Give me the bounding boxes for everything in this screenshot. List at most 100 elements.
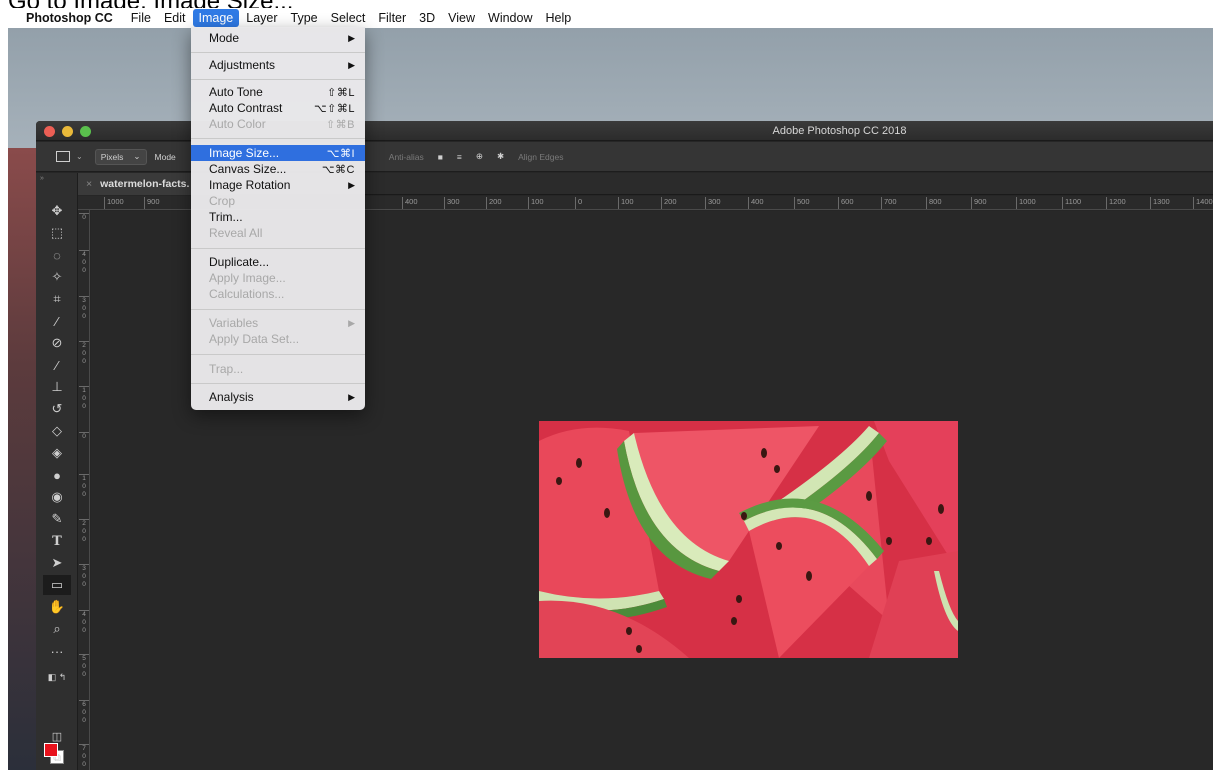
ruler-tick-label: 1200 bbox=[1106, 197, 1126, 209]
submenu-arrow-icon: ▶ bbox=[348, 59, 355, 70]
ruler-tick-label: 800 bbox=[926, 197, 942, 209]
menu-item-duplicate[interactable]: Duplicate... bbox=[191, 254, 365, 270]
ruler-tick-label: 600 bbox=[838, 197, 854, 209]
ruler-tick-label: 0 bbox=[575, 197, 582, 209]
eraser-icon[interactable]: ◇ bbox=[43, 421, 71, 441]
rectangle-tool-icon[interactable]: ▭ bbox=[43, 575, 71, 595]
chevron-down-icon[interactable]: ⌄ bbox=[76, 152, 83, 161]
menu-item-canvas-size[interactable]: Canvas Size... ⌥⌘C bbox=[191, 161, 365, 177]
path-operations-icon[interactable]: ■ bbox=[438, 152, 443, 162]
brush-tool-icon[interactable]: ∕ bbox=[43, 355, 71, 375]
menu-item-crop[interactable]: Crop bbox=[191, 193, 365, 209]
shortcut-label: ⌥⌘I bbox=[326, 147, 355, 160]
ruler-tick-label: 200 bbox=[661, 197, 677, 209]
submenu-arrow-icon: ▶ bbox=[348, 317, 355, 328]
menu-item-variables[interactable]: Variables ▶ bbox=[191, 315, 365, 331]
menu-item-apply-image[interactable]: Apply Image... bbox=[191, 270, 365, 286]
menubar-file[interactable]: File bbox=[125, 9, 157, 27]
clone-stamp-icon[interactable]: ⊥ bbox=[43, 377, 71, 397]
vertical-ruler: 0 4 0 0 3 0 0 2 0 0 1 0 0 0 1 0 0 2 0 0 3 0 0 4 0… bbox=[78, 210, 90, 770]
menu-separator bbox=[191, 383, 365, 384]
ruler-tick-label: 3 0 0 bbox=[79, 296, 89, 321]
ruler-tick-label: 400 bbox=[402, 197, 418, 209]
image-menu-dropdown: Mode ▶ Adjustments ▶ Auto Tone ⇧⌘L Auto … bbox=[191, 27, 365, 410]
watermelon-slices-graphic bbox=[539, 421, 958, 658]
align-edges-checkbox[interactable]: Align Edges bbox=[518, 152, 563, 162]
foreground-color-swatch[interactable] bbox=[44, 743, 58, 757]
eyedropper-icon[interactable]: ⁄ bbox=[43, 311, 71, 331]
watermelon-image[interactable] bbox=[539, 421, 958, 658]
crop-tool-icon[interactable]: ⌗ bbox=[43, 289, 71, 309]
menu-item-apply-data-set[interactable]: Apply Data Set... bbox=[191, 331, 365, 347]
menu-item-adjustments[interactable]: Adjustments ▶ bbox=[191, 57, 365, 73]
menu-item-reveal-all[interactable]: Reveal All bbox=[191, 225, 365, 241]
path-arrangement-icon[interactable]: ⊕ bbox=[476, 151, 483, 162]
ruler-tick-label: 2 0 0 bbox=[79, 519, 89, 544]
menu-item-analysis[interactable]: Analysis ▶ bbox=[191, 389, 365, 405]
menubar-3d[interactable]: 3D bbox=[413, 9, 441, 27]
menu-separator bbox=[191, 354, 365, 355]
path-alignment-icon[interactable]: ≡ bbox=[457, 152, 462, 162]
menu-item-calculations[interactable]: Calculations... bbox=[191, 286, 365, 302]
menu-separator bbox=[191, 309, 365, 310]
ruler-tick-label: 300 bbox=[444, 197, 460, 209]
chevron-down-icon: ⌄ bbox=[133, 151, 141, 161]
pen-tool-icon[interactable]: ✎ bbox=[43, 509, 71, 529]
menubar-type[interactable]: Type bbox=[285, 9, 324, 27]
submenu-arrow-icon: ▶ bbox=[348, 179, 355, 190]
menu-item-image-rotation[interactable]: Image Rotation ▶ bbox=[191, 177, 365, 193]
menu-item-image-size[interactable]: Image Size... ⌥⌘I bbox=[191, 145, 365, 161]
shortcut-label: ⇧⌘L bbox=[327, 86, 355, 99]
menubar-help[interactable]: Help bbox=[540, 9, 578, 27]
marquee-tool-icon[interactable]: ⬚ bbox=[43, 223, 71, 243]
paint-bucket-icon[interactable]: ◈ bbox=[43, 443, 71, 463]
menu-item-trap[interactable]: Trap... bbox=[191, 361, 365, 377]
history-brush-icon[interactable]: ↺ bbox=[43, 399, 71, 419]
healing-brush-icon[interactable]: ⊘ bbox=[43, 333, 71, 353]
menubar-image[interactable]: Image bbox=[192, 9, 240, 27]
ruler-tick-label: 0 bbox=[79, 432, 89, 441]
swap-colors-icon[interactable]: ◧ ↰ bbox=[43, 667, 71, 687]
ruler-tick-label: 0 bbox=[79, 213, 89, 222]
units-select[interactable]: Pixels ⌄ bbox=[94, 148, 147, 165]
ruler-tick-label: 5 0 0 bbox=[79, 654, 89, 679]
ruler-tick-label: 1300 bbox=[1150, 197, 1170, 209]
menubar-app-name[interactable]: Photoshop CC bbox=[20, 9, 119, 27]
more-tools-icon[interactable]: ··· bbox=[43, 641, 71, 661]
blur-tool-icon[interactable]: ● bbox=[43, 465, 71, 485]
ruler-tick-label: 2 0 0 bbox=[79, 341, 89, 366]
anti-alias-checkbox[interactable]: Anti-alias bbox=[389, 152, 424, 162]
type-tool-icon[interactable]: T bbox=[43, 531, 71, 551]
menubar-select[interactable]: Select bbox=[325, 9, 372, 27]
shortcut-label: ⌥⇧⌘L bbox=[313, 102, 355, 115]
menubar-edit[interactable]: Edit bbox=[158, 9, 192, 27]
mac-menubar: Photoshop CC File Edit Image Layer Type … bbox=[0, 8, 1213, 28]
ruler-tick-label: 900 bbox=[144, 197, 160, 209]
lasso-tool-icon[interactable]: ◌ bbox=[43, 245, 71, 265]
gear-icon[interactable]: ✱ bbox=[497, 151, 504, 162]
menu-separator bbox=[191, 79, 365, 80]
hand-tool-icon[interactable]: ✋ bbox=[43, 597, 71, 617]
zoom-tool-icon[interactable]: ⌕ bbox=[43, 619, 71, 639]
move-tool-icon[interactable]: ✥ bbox=[43, 201, 71, 221]
menu-item-trim[interactable]: Trim... bbox=[191, 209, 365, 225]
close-icon[interactable]: × bbox=[86, 178, 92, 190]
menu-item-auto-color[interactable]: Auto Color ⇧⌘B bbox=[191, 116, 365, 132]
magic-wand-icon[interactable]: ✧ bbox=[43, 267, 71, 287]
menu-item-auto-contrast[interactable]: Auto Contrast ⌥⇧⌘L bbox=[191, 100, 365, 116]
rectangle-shape-icon[interactable] bbox=[56, 151, 70, 162]
menubar-layer[interactable]: Layer bbox=[240, 9, 283, 27]
menu-item-auto-tone[interactable]: Auto Tone ⇧⌘L bbox=[191, 84, 365, 100]
ruler-tick-label: 900 bbox=[971, 197, 987, 209]
menu-separator bbox=[191, 52, 365, 53]
ruler-tick-label: 3 0 0 bbox=[79, 564, 89, 589]
mode-label: Mode bbox=[154, 151, 176, 162]
menu-item-mode[interactable]: Mode ▶ bbox=[191, 30, 365, 46]
menubar-window[interactable]: Window bbox=[482, 9, 538, 27]
panel-grip-icon[interactable]: » bbox=[40, 175, 44, 182]
path-selection-icon[interactable]: ➤ bbox=[43, 553, 71, 573]
menubar-filter[interactable]: Filter bbox=[372, 9, 412, 27]
ruler-tick-label: 500 bbox=[794, 197, 810, 209]
menubar-view[interactable]: View bbox=[442, 9, 481, 27]
dodge-tool-icon[interactable]: ◉ bbox=[43, 487, 71, 507]
